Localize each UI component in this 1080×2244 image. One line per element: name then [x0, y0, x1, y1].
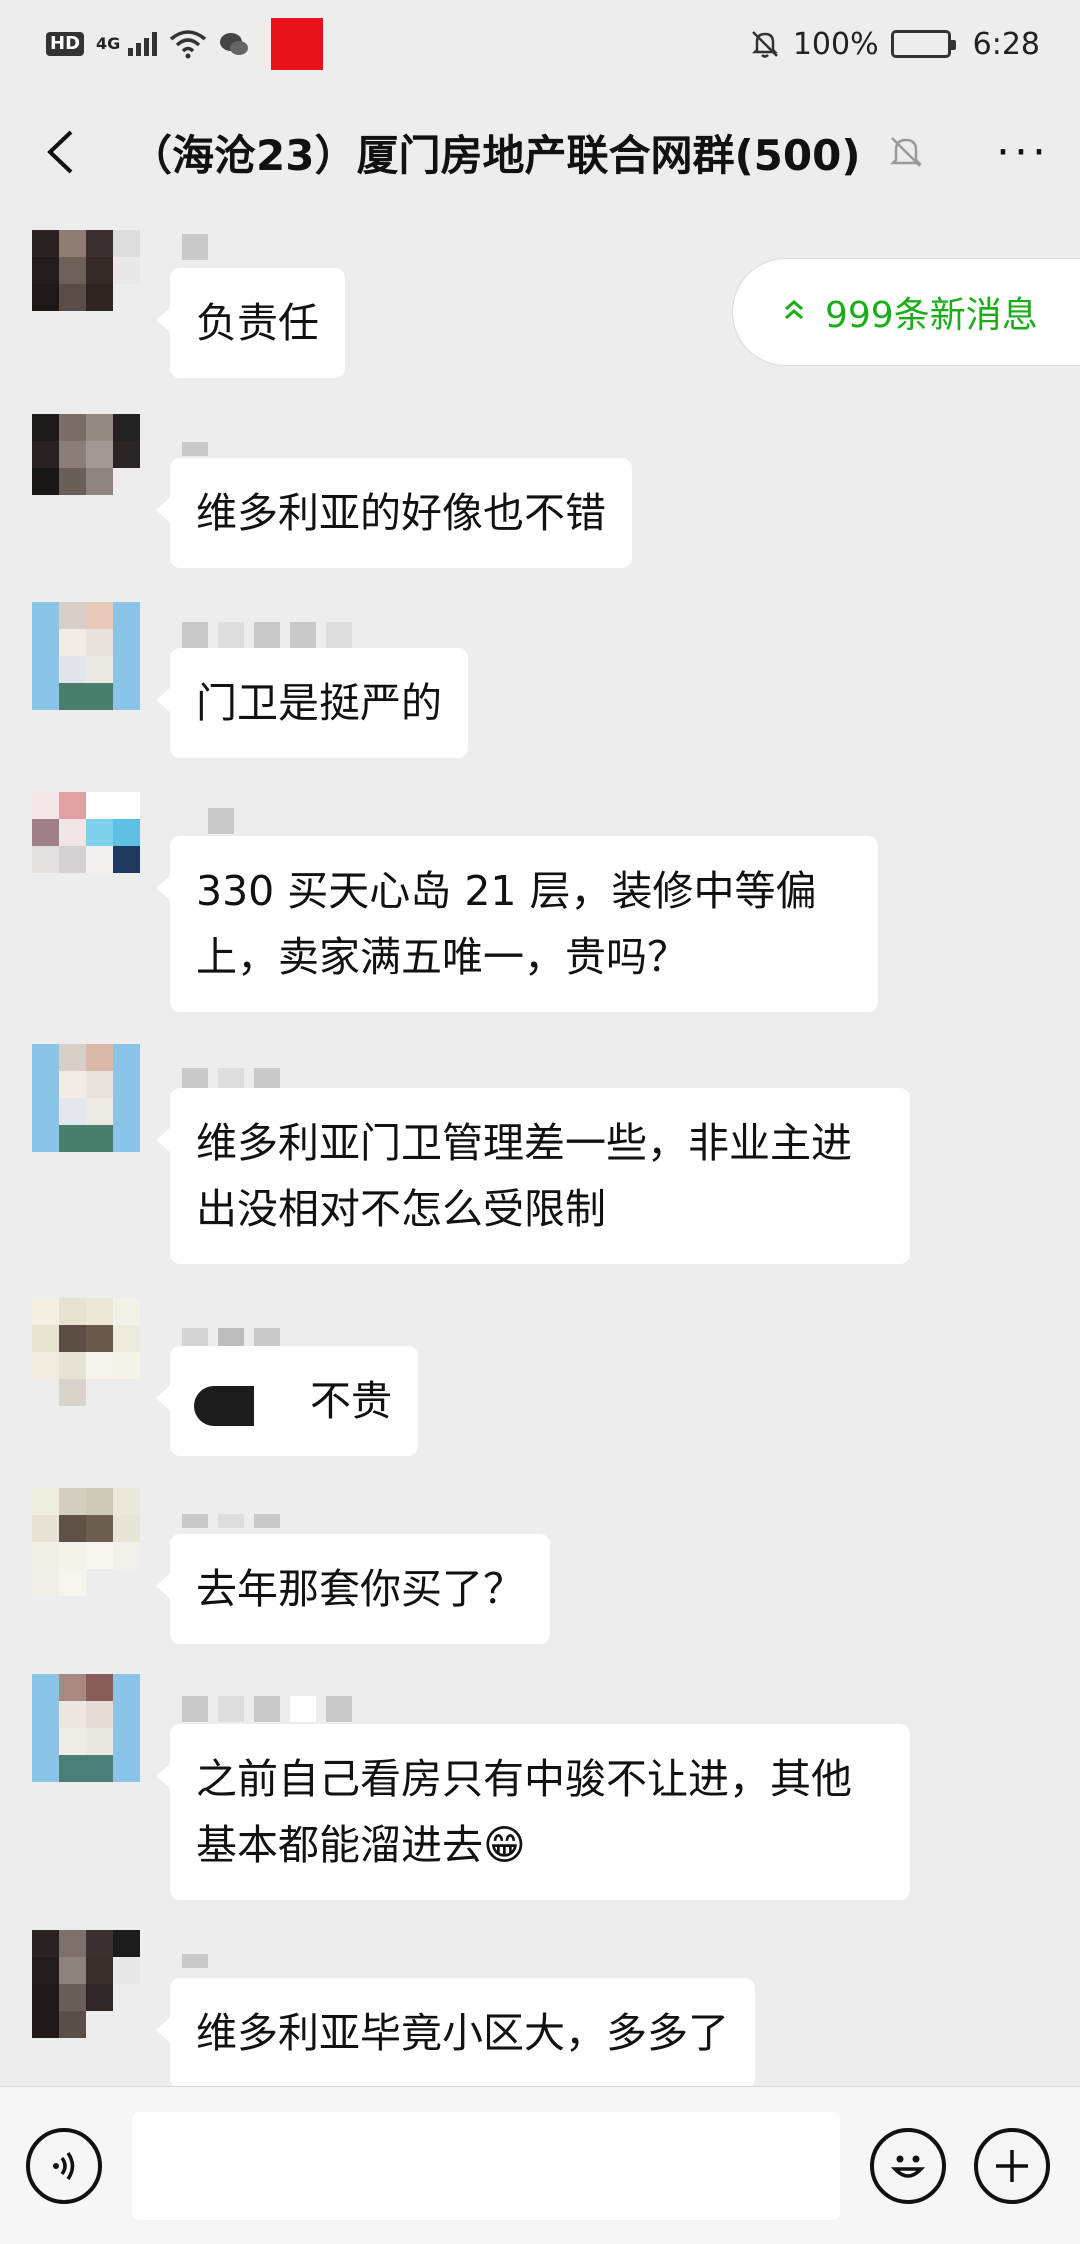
- battery-percent: 100%: [792, 26, 879, 62]
- time: 6:28: [972, 26, 1040, 62]
- message-bubble[interactable]: 之前自己看房只有中骏不让进，其他基本都能溜进去😁: [156, 1724, 910, 1900]
- avatar[interactable]: [32, 1674, 140, 1782]
- avatar[interactable]: [32, 1044, 140, 1152]
- plus-icon: [996, 2149, 1028, 2182]
- new-messages-button[interactable]: 999条新消息: [732, 258, 1080, 366]
- back-button[interactable]: [30, 112, 90, 192]
- avatar[interactable]: [32, 414, 140, 522]
- double-chevron-up-icon: [783, 295, 805, 330]
- avatar[interactable]: [32, 602, 140, 710]
- emoji-icon: [890, 2155, 926, 2178]
- wifi-icon: [170, 30, 207, 59]
- nickname-redacted: [182, 808, 234, 836]
- chat-title: （海沧23）厦门房地产联合网群(500): [130, 130, 861, 180]
- new-messages-label: 999条新消息: [825, 295, 1038, 336]
- signal-icon: [128, 32, 158, 56]
- hd-badge: HD: [46, 32, 85, 56]
- redacted-text: [194, 1386, 254, 1426]
- bell-off-icon: [890, 137, 923, 167]
- message-input[interactable]: [132, 2111, 840, 2220]
- chat-messages[interactable]: 负责任 维多利亚的好像也不错 门卫是挺严的 330 买天心岛 21 层，装修中等…: [0, 216, 1080, 2086]
- message-bubble[interactable]: 维多利亚毕竟小区大，多多了: [156, 1978, 755, 2086]
- avatar[interactable]: [32, 230, 140, 338]
- nickname-redacted: [182, 1696, 352, 1724]
- voice-icon: [53, 2151, 75, 2180]
- nickname-redacted: [182, 234, 208, 262]
- wechat-icon: [220, 33, 249, 55]
- more-button[interactable]: ···: [996, 127, 1050, 178]
- chat-header: （海沧23）厦门房地产联合网群(500) ···: [0, 88, 1080, 216]
- redacted-block: [271, 18, 324, 70]
- message-bubble[interactable]: 门卫是挺严的: [156, 648, 468, 758]
- message-bubble[interactable]: 去年那套你买了？: [156, 1534, 550, 1644]
- nickname-redacted: [182, 622, 352, 650]
- status-left: HD 4G: [46, 18, 324, 70]
- message-bubble[interactable]: 不贵: [156, 1346, 418, 1456]
- message-bubble[interactable]: 330 买天心岛 21 层，装修中等偏上，卖家满五唯一，贵吗？: [156, 836, 878, 1012]
- avatar[interactable]: [32, 792, 140, 900]
- avatar[interactable]: [32, 1930, 140, 2038]
- avatar[interactable]: [32, 1298, 140, 1406]
- message-bubble[interactable]: 维多利亚的好像也不错: [156, 458, 632, 568]
- battery-icon: [890, 30, 956, 58]
- status-right: 100% 6:28: [749, 27, 1040, 62]
- message-bubble[interactable]: 负责任: [156, 268, 345, 378]
- network-label: 4G: [96, 34, 121, 53]
- emoji-button[interactable]: [870, 2127, 946, 2204]
- back-chevron-icon: [47, 130, 73, 174]
- input-bar: [0, 2086, 1080, 2244]
- voice-button[interactable]: [26, 2127, 102, 2204]
- message-text: 不贵: [310, 1377, 392, 1425]
- plus-button[interactable]: [974, 2127, 1050, 2204]
- status-bar: HD 4G 100% 6:28: [0, 0, 1080, 88]
- avatar[interactable]: [32, 1488, 140, 1596]
- message-bubble[interactable]: 维多利亚门卫管理差一些，非业主进出没相对不怎么受限制: [156, 1088, 910, 1264]
- bell-off-status-icon: [751, 31, 778, 58]
